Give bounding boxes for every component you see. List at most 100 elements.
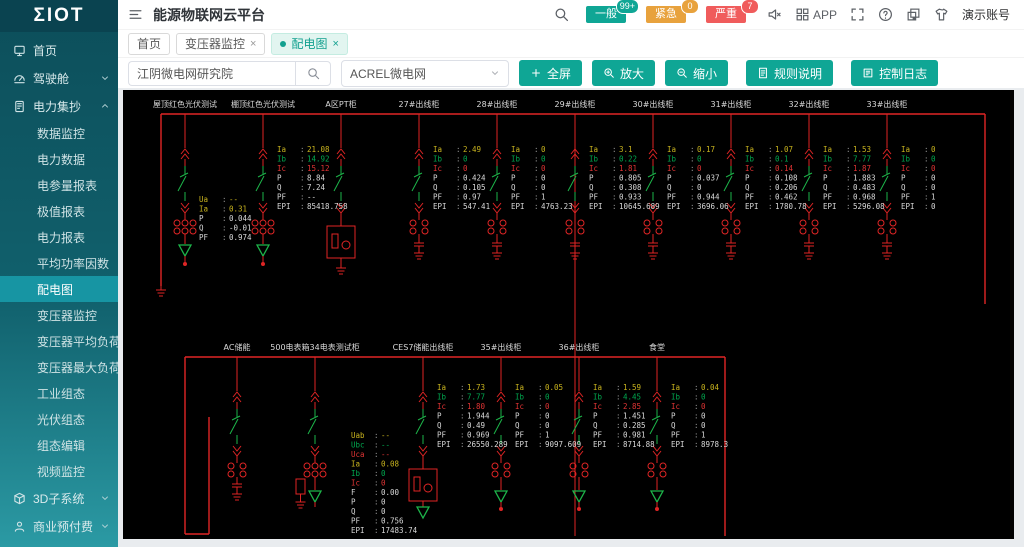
sidebar-item-平均功率因数[interactable]: 平均功率因数 bbox=[0, 250, 118, 276]
sidebar-item-电力数据[interactable]: 电力数据 bbox=[0, 146, 118, 172]
sidebar-item-极值报表[interactable]: 极值报表 bbox=[0, 198, 118, 224]
cube-icon bbox=[14, 492, 25, 504]
svg-text::: : bbox=[690, 183, 695, 192]
svg-text:Q: Q bbox=[823, 183, 828, 192]
button-label: 缩小 bbox=[693, 66, 718, 81]
svg-text::: : bbox=[460, 393, 465, 402]
svg-text::: : bbox=[222, 195, 227, 204]
控制日志-button[interactable]: 控制日志 bbox=[851, 60, 939, 86]
home-icon bbox=[14, 45, 25, 56]
svg-text:0: 0 bbox=[545, 393, 550, 402]
alarm-pill-一般[interactable]: 一般 99+ bbox=[585, 0, 639, 23]
sidebar-item-配电图[interactable]: 配电图 bbox=[0, 276, 118, 302]
放大-button[interactable]: 放大 bbox=[592, 60, 656, 86]
svg-text::: : bbox=[768, 174, 773, 183]
svg-text:Ia: Ia bbox=[511, 145, 520, 154]
help-icon[interactable] bbox=[878, 7, 893, 22]
svg-text:0.108: 0.108 bbox=[775, 174, 798, 183]
alarm-label: 紧急 bbox=[654, 8, 677, 20]
zoom-out-icon bbox=[677, 68, 687, 78]
svg-text::: : bbox=[768, 183, 773, 192]
sidebar-item-3D子系统[interactable]: 3D子系统 bbox=[0, 484, 118, 512]
svg-text:Ic: Ic bbox=[433, 164, 442, 173]
measurement-block: Ia:0.05Ib:0Ic:0P:0Q:0PF:1EPI:9097.609 bbox=[515, 383, 581, 449]
single-line-diagram-canvas[interactable]: 屋顶红色光伏测试 棚顶红色光伏测试 A区PT柜 27#出线柜 28#出线柜 29#出线柜 3… bbox=[123, 90, 1014, 539]
svg-text:9097.609: 9097.609 bbox=[545, 440, 581, 449]
svg-text:PF: PF bbox=[593, 431, 603, 440]
search-input[interactable] bbox=[128, 60, 295, 86]
svg-text::: : bbox=[456, 145, 461, 154]
windows-icon[interactable] bbox=[906, 7, 921, 22]
svg-text:8978.3: 8978.3 bbox=[701, 440, 728, 449]
breadcrumb-tab-配电图[interactable]: 配电图 × bbox=[271, 32, 348, 55]
search-button[interactable] bbox=[295, 60, 331, 86]
theme-skin-icon[interactable] bbox=[934, 7, 949, 22]
svg-text:0: 0 bbox=[701, 412, 706, 421]
全屏-button[interactable]: 全屏 bbox=[519, 60, 583, 86]
sidebar-item-变压器平均负荷[interactable]: 变压器平均负荷 bbox=[0, 328, 118, 354]
svg-text:Ib: Ib bbox=[667, 155, 677, 164]
svg-text:EPI: EPI bbox=[515, 440, 529, 449]
close-icon[interactable]: × bbox=[250, 38, 256, 50]
svg-text::: : bbox=[612, 193, 617, 202]
svg-text:AC储能: AC储能 bbox=[224, 342, 251, 352]
breadcrumb-tab-变压器监控[interactable]: 变压器监控 × bbox=[176, 32, 266, 55]
svg-text:0.1: 0.1 bbox=[775, 155, 789, 164]
svg-text::: : bbox=[460, 412, 465, 421]
sidebar-item-变压器监控[interactable]: 变压器监控 bbox=[0, 302, 118, 328]
svg-text::: : bbox=[456, 155, 461, 164]
svg-text:PF: PF bbox=[199, 233, 209, 242]
svg-text:PF: PF bbox=[901, 193, 911, 202]
svg-text:CES7储能出线柜: CES7储能出线柜 bbox=[393, 342, 454, 352]
svg-text:5296.08: 5296.08 bbox=[853, 202, 885, 211]
svg-text:3.1: 3.1 bbox=[619, 145, 633, 154]
sidebar-item-数据监控[interactable]: 数据监控 bbox=[0, 120, 118, 146]
svg-text:PF: PF bbox=[671, 431, 681, 440]
缩小-button[interactable]: 缩小 bbox=[665, 60, 729, 86]
alarm-pill-紧急[interactable]: 紧急 0 bbox=[645, 0, 699, 23]
svg-text:0: 0 bbox=[701, 421, 706, 430]
app-menu-button[interactable]: APP bbox=[795, 7, 837, 22]
chev-down-icon bbox=[102, 524, 108, 528]
sidebar-item-首页[interactable]: 首页 bbox=[0, 36, 118, 64]
svg-text:0.206: 0.206 bbox=[775, 183, 798, 192]
svg-text::: : bbox=[300, 155, 305, 164]
规则说明-button[interactable]: 规则说明 bbox=[746, 60, 834, 86]
svg-text::: : bbox=[690, 155, 695, 164]
user-icon bbox=[14, 521, 25, 532]
breadcrumb-tab-首页[interactable]: 首页 bbox=[128, 32, 171, 55]
sidebar-item-视频监控[interactable]: 视频监控 bbox=[0, 458, 118, 484]
collapse-menu-icon[interactable] bbox=[128, 7, 143, 22]
sidebar-item-商业预付费[interactable]: 商业预付费 bbox=[0, 512, 118, 540]
svg-text:F: F bbox=[351, 488, 356, 497]
sidebar-item-电力集抄[interactable]: 电力集抄 bbox=[0, 92, 118, 120]
fullscreen-icon[interactable] bbox=[850, 7, 865, 22]
sidebar-menu: 首页 驾驶舱 电力集抄 数据监控 电力数据 电参量报表 极值报表 电力报表 平均功率因数 配电图变… bbox=[0, 32, 118, 540]
svg-text::: : bbox=[690, 174, 695, 183]
svg-text::: : bbox=[846, 155, 851, 164]
close-icon[interactable]: × bbox=[332, 38, 338, 50]
svg-text:0.97: 0.97 bbox=[463, 193, 481, 202]
svg-text:0.31: 0.31 bbox=[229, 205, 247, 214]
network-select[interactable]: ACREL微电网 bbox=[341, 59, 509, 87]
mute-icon[interactable] bbox=[767, 7, 782, 22]
svg-text:--: -- bbox=[381, 441, 390, 450]
svg-text::: : bbox=[616, 431, 621, 440]
svg-text:Ib: Ib bbox=[589, 155, 599, 164]
svg-text:14.92: 14.92 bbox=[307, 155, 330, 164]
svg-text:Ic: Ic bbox=[745, 164, 754, 173]
sidebar-item-工业组态[interactable]: 工业组态 bbox=[0, 380, 118, 406]
sidebar-item-变压器最大负荷[interactable]: 变压器最大负荷 bbox=[0, 354, 118, 380]
svg-text:EPI: EPI bbox=[433, 202, 447, 211]
sidebar-item-电力报表[interactable]: 电力报表 bbox=[0, 224, 118, 250]
svg-text:0.969: 0.969 bbox=[467, 431, 490, 440]
sidebar-item-组态编辑[interactable]: 组态编辑 bbox=[0, 432, 118, 458]
sidebar-item-驾驶舱[interactable]: 驾驶舱 bbox=[0, 64, 118, 92]
svg-text:30#出线柜: 30#出线柜 bbox=[633, 99, 674, 109]
account-name[interactable]: 演示账号 bbox=[962, 6, 1010, 23]
sidebar-item-光伏组态[interactable]: 光伏组态 bbox=[0, 406, 118, 432]
alarm-pill-严重[interactable]: 严重 7 bbox=[705, 0, 759, 23]
search-icon[interactable] bbox=[554, 7, 569, 22]
sidebar-item-电参量报表[interactable]: 电参量报表 bbox=[0, 172, 118, 198]
svg-text:10645.689: 10645.689 bbox=[619, 202, 660, 211]
